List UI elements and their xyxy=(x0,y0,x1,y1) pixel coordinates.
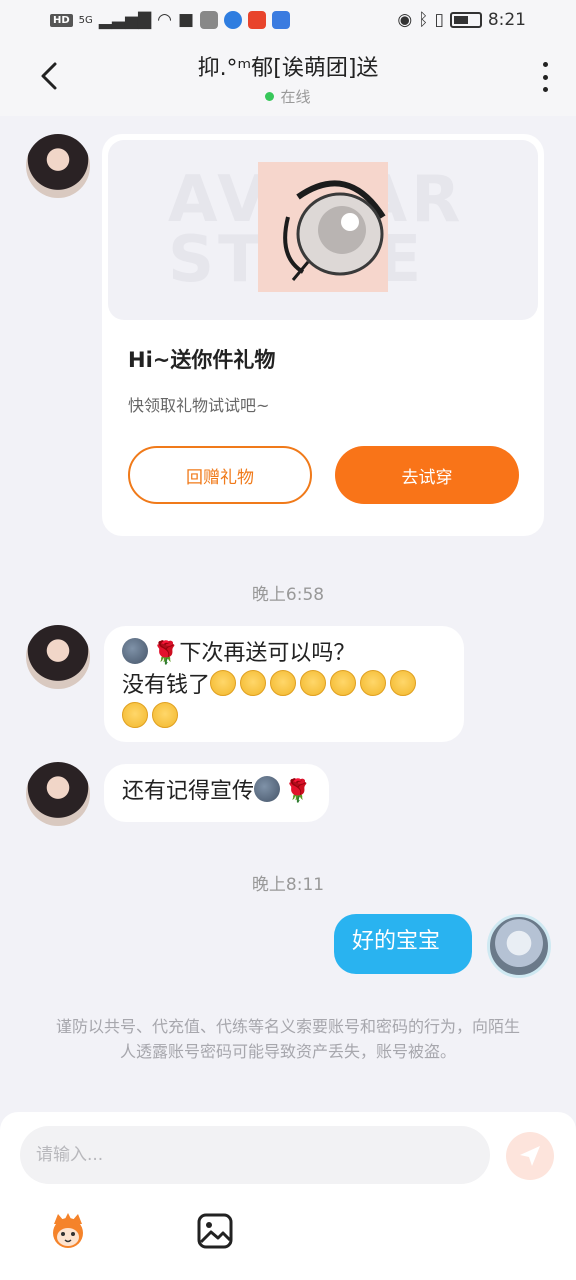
status-bar: HD 5G ▂▃▅▇ ◠ ■ ◉ ᛒ ▯ 8:21 xyxy=(0,0,576,40)
gift-card: AVATAR STORE Hi~送你件礼物 快领取礼物试试吧~ 回赠礼物 去试穿 xyxy=(102,134,544,536)
clock: 8:21 xyxy=(487,10,526,30)
pleading-face-emoji xyxy=(300,670,327,696)
gift-title: Hi~送你件礼物 xyxy=(128,348,276,372)
gift-subtitle: 快领取礼物试试吧~ xyxy=(128,396,270,415)
signal-label: 5G xyxy=(78,14,93,26)
app-icon-2 xyxy=(224,11,242,29)
emoji-button[interactable] xyxy=(48,1210,88,1250)
eye-icon: ◉ xyxy=(397,10,413,30)
timestamp: 晚上8:11 xyxy=(251,875,325,895)
app-icon-4 xyxy=(272,11,290,29)
gift-image xyxy=(258,162,388,292)
return-gift-button[interactable]: 回赠礼物 xyxy=(128,446,312,504)
dot-icon xyxy=(542,74,548,80)
moon-face-emoji xyxy=(122,638,148,664)
message-bubble[interactable]: 🌹下次再送可以吗？ 没有钱了 xyxy=(104,626,464,742)
more-options-button[interactable] xyxy=(540,62,550,92)
contact-avatar[interactable] xyxy=(26,762,90,826)
timestamp: 晚上6:58 xyxy=(251,585,325,605)
eye-illustration xyxy=(258,162,388,292)
message-bubble[interactable]: 还有记得宣传 🌹 xyxy=(104,764,330,822)
bluetooth-icon: ᛒ xyxy=(418,10,429,30)
contact-avatar[interactable] xyxy=(26,625,90,689)
message-text: 还有记得宣传 xyxy=(122,779,255,804)
self-message-bubble[interactable]: 好的宝宝 xyxy=(334,914,472,974)
pleading-face-emoji xyxy=(210,670,237,696)
pleading-face-emoji xyxy=(390,670,417,696)
page-title: 抑.°ᵐ郁[诶萌团]送 xyxy=(197,56,379,81)
send-icon xyxy=(520,1146,540,1166)
rose-emoji: 🌹 xyxy=(284,779,312,804)
vibrate-icon: ▯ xyxy=(434,10,444,30)
message-input[interactable] xyxy=(20,1126,490,1184)
video-icon: ■ xyxy=(177,10,194,30)
pleading-face-emoji xyxy=(270,670,297,696)
chat-header: 抑.°ᵐ郁[诶萌团]送 在线 xyxy=(0,40,576,116)
message-text: 下次再送可以吗？ xyxy=(179,641,356,666)
send-button[interactable] xyxy=(506,1132,554,1180)
app-icon-1 xyxy=(200,11,218,29)
rose-emoji: 🌹 xyxy=(152,641,180,666)
battery-icon xyxy=(449,12,482,28)
app-icon-3 xyxy=(248,11,266,29)
input-bar xyxy=(0,1112,576,1280)
signal-icon: ▂▃▅▇ xyxy=(98,10,152,30)
contact-avatar[interactable] xyxy=(26,134,90,198)
pleading-face-emoji xyxy=(330,670,357,696)
self-avatar[interactable] xyxy=(487,914,551,978)
hd-badge: HD xyxy=(50,13,73,27)
security-warning: 谨防以共号、代充值、代练等名义索要账号和密码的行为，向陌生人透露账号密码可能导致… xyxy=(55,1017,520,1061)
online-label: 在线 xyxy=(280,88,311,106)
message-text: 好的宝宝 xyxy=(352,929,441,954)
pleading-face-emoji xyxy=(240,670,267,696)
title-block: 抑.°ᵐ郁[诶萌团]送 在线 xyxy=(0,50,576,107)
wifi-icon: ◠ xyxy=(157,10,172,30)
dot-icon xyxy=(542,62,548,67)
pleading-face-emoji xyxy=(360,670,387,696)
pleading-face-emoji xyxy=(152,702,178,728)
online-dot-icon xyxy=(265,92,275,101)
image-icon xyxy=(197,1213,233,1249)
mascot-emoji-icon xyxy=(53,1213,83,1248)
dot-icon xyxy=(542,87,548,92)
pleading-face-emoji xyxy=(122,702,148,728)
try-on-button[interactable]: 去试穿 xyxy=(335,446,519,504)
image-button[interactable] xyxy=(196,1212,234,1250)
moon-face-emoji xyxy=(254,776,281,802)
gift-preview[interactable]: AVATAR STORE xyxy=(108,140,538,320)
online-status: 在线 xyxy=(0,86,576,107)
message-text: 没有钱了 xyxy=(122,673,211,698)
